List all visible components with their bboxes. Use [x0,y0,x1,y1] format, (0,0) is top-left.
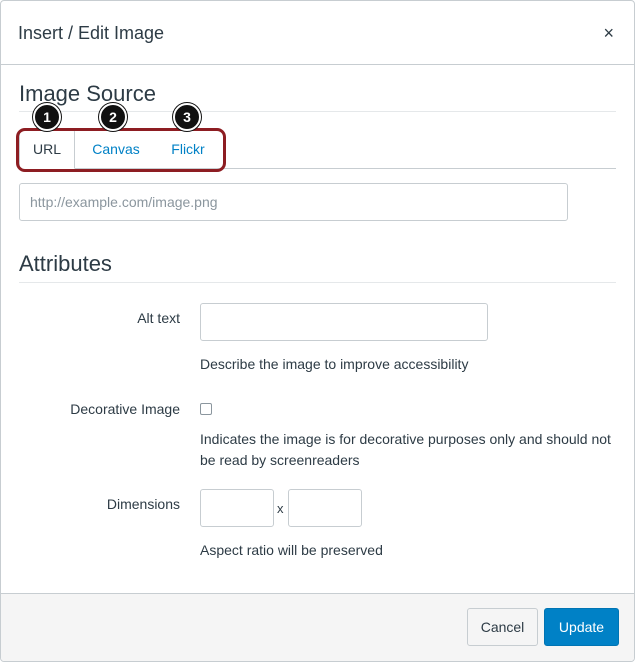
tab-flickr-label: Flickr [171,141,205,157]
image-source-tabs: URL Canvas Flickr [19,129,219,169]
callout-badge-3: 3 [173,103,201,131]
tab-url-label: URL [32,141,61,157]
dimensions-help: Aspect ratio will be preserved [200,542,383,558]
alt-text-input[interactable] [200,303,488,341]
height-input[interactable] [288,489,362,527]
alt-text-help: Describe the image to improve accessibil… [200,356,469,372]
callout-badge-2: 2 [99,103,127,131]
decorative-image-label: Decorative Image [70,401,180,417]
tab-flickr[interactable]: Flickr [157,129,219,169]
image-source-heading: Image Source [19,81,156,106]
tab-canvas[interactable]: Canvas [75,129,157,169]
dimensions-separator: x [277,501,284,516]
dialog-header: Insert / Edit Image × [1,1,634,65]
width-input[interactable] [200,489,274,527]
tab-canvas-label: Canvas [92,141,140,157]
attributes-heading: Attributes [19,251,112,276]
alt-text-label: Alt text [137,310,180,326]
insert-edit-image-dialog: Insert / Edit Image × Image Source URL C… [0,0,635,662]
tab-url[interactable]: URL [19,129,75,169]
section-divider [19,282,616,283]
dialog-title: Insert / Edit Image [18,23,165,43]
dialog-footer: Cancel Update [1,593,634,661]
dimensions-label: Dimensions [106,496,180,512]
close-icon[interactable]: × [603,23,614,43]
callout-badge-1: 1 [33,103,61,131]
decorative-image-help: Indicates the image is for decorative pu… [200,431,611,468]
update-button[interactable]: Update [544,608,619,646]
cancel-button[interactable]: Cancel [467,608,538,646]
image-url-input[interactable] [19,183,568,221]
decorative-image-checkbox[interactable] [200,403,212,415]
